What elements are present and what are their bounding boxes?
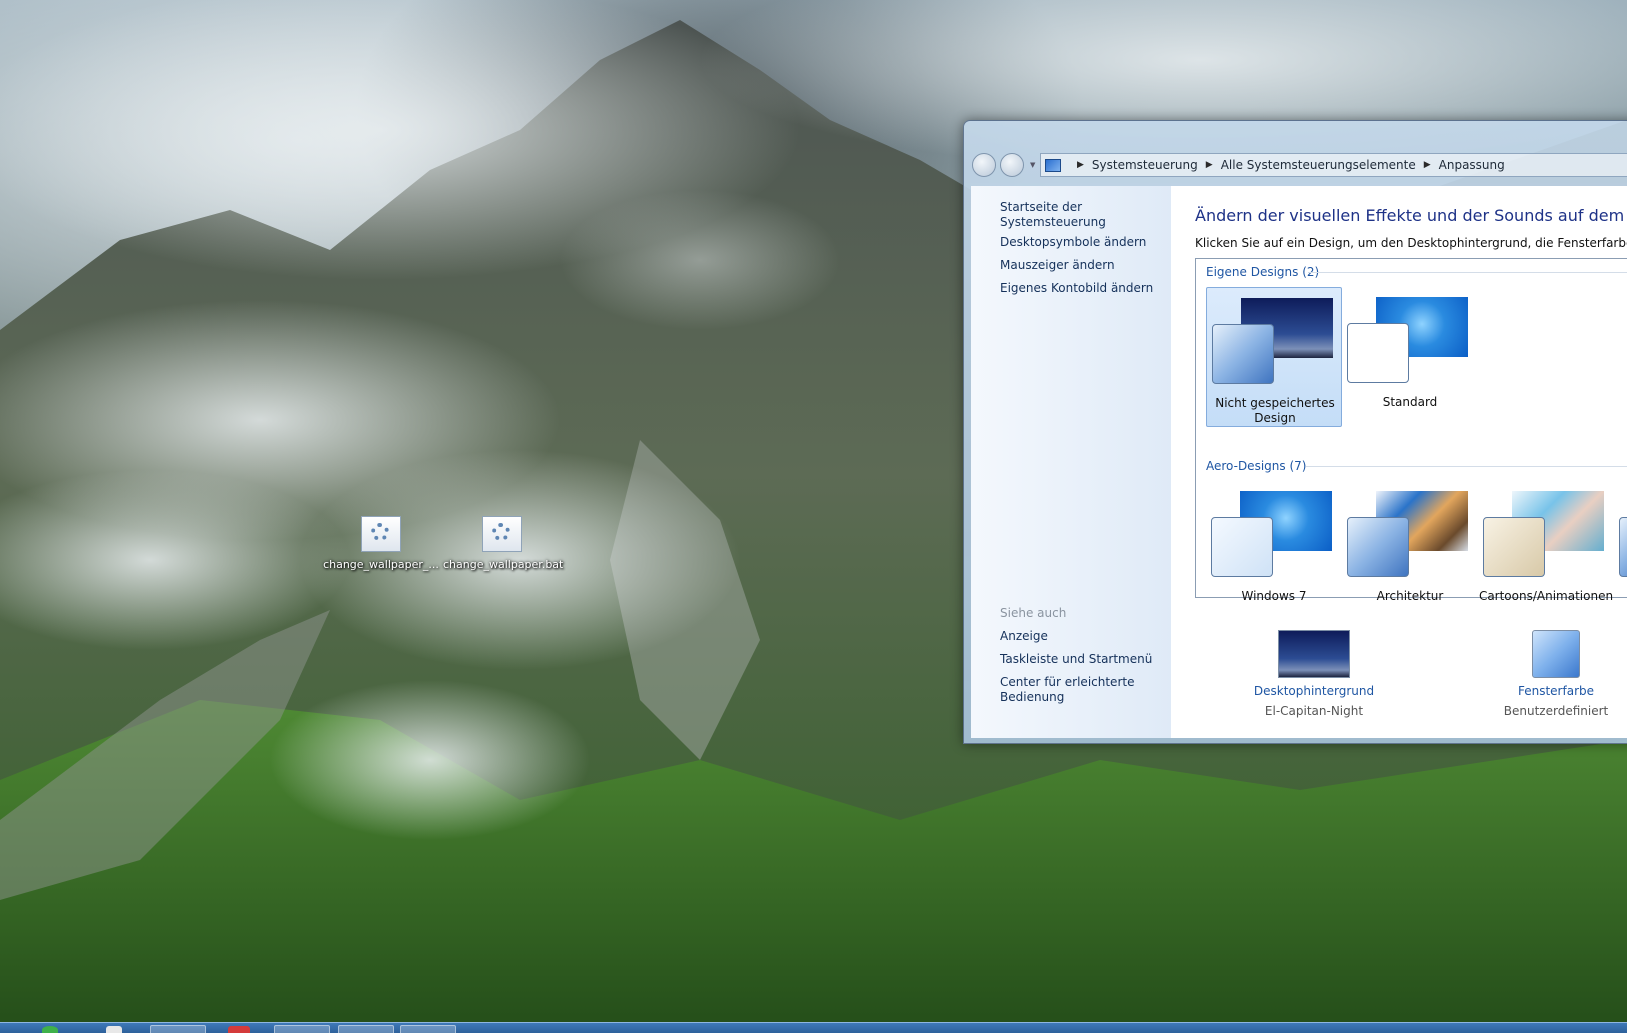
sidebar-link-desktop-icons[interactable]: Desktopsymbole ändern: [1000, 235, 1146, 250]
group-label-aero-themes: Aero-Designs (7): [1206, 459, 1307, 473]
app-red-icon[interactable]: [228, 1026, 250, 1033]
explorer-icon[interactable]: [106, 1026, 122, 1033]
page-title: Ändern der visuellen Effekte und der Sou…: [1195, 206, 1627, 225]
recent-pages-dropdown-icon[interactable]: ▼: [1030, 161, 1035, 169]
taskbar-button-app[interactable]: [338, 1025, 394, 1033]
breadcrumb-arrow-icon[interactable]: ▶: [1077, 160, 1084, 170]
main-panel: Ändern der visuellen Effekte und der Sou…: [1171, 186, 1627, 738]
theme-cartoons[interactable]: Cartoons/Animationen: [1478, 481, 1614, 621]
theme-name: Cartoons/Animationen: [1478, 589, 1614, 603]
theme-name: Nicht gespeichertes Design: [1215, 396, 1335, 425]
forward-button[interactable]: [1000, 153, 1024, 177]
breadcrumb-arrow-icon[interactable]: ▶: [1206, 160, 1213, 170]
theme-architektur[interactable]: Architektur: [1342, 481, 1478, 621]
see-also-label: Siehe auch: [1000, 606, 1067, 620]
start-button-icon[interactable]: [42, 1026, 58, 1033]
batch-file-icon: [361, 516, 401, 552]
window-color-thumbnail: [1532, 630, 1580, 678]
desktop-background-link[interactable]: Desktophintergrund: [1229, 684, 1399, 698]
sidebar-link-mouse-pointer[interactable]: Mauszeiger ändern: [1000, 258, 1115, 273]
taskbar-button-control-panel[interactable]: [400, 1025, 456, 1033]
desktop-background-thumbnail: [1278, 630, 1350, 678]
window-color-link[interactable]: Fensterfarbe: [1471, 684, 1627, 698]
theme-next-partial[interactable]: [1614, 481, 1627, 621]
sidebar-link-control-panel-home[interactable]: Startseite der Systemsteuerung: [1000, 200, 1171, 230]
personalization-window: ▼ ▶ Systemsteuerung ▶ Alle Systemsteueru…: [963, 120, 1627, 744]
desktop-icon-change-wallpaper-2[interactable]: change_wallpaper.bat: [443, 516, 564, 571]
address-bar: ▼ ▶ Systemsteuerung ▶ Alle Systemsteueru…: [972, 149, 1627, 179]
breadcrumb-alle-elemente[interactable]: Alle Systemsteuerungselemente: [1221, 158, 1416, 172]
desktop-background-value: El-Capitan-Night: [1264, 704, 1364, 718]
breadcrumb-anpassung[interactable]: Anpassung: [1439, 158, 1505, 172]
theme-name: Windows 7: [1241, 589, 1307, 603]
desktop-background-setting[interactable]: Desktophintergrund El-Capitan-Night: [1229, 630, 1399, 718]
theme-glass-preview: [1347, 323, 1409, 383]
batch-file-icon: [482, 516, 522, 552]
window-color-setting[interactable]: Fensterfarbe Benutzerdefiniert: [1471, 630, 1627, 718]
group-divider: [1308, 272, 1627, 273]
taskbar: [0, 1022, 1627, 1033]
control-panel-icon: [1045, 158, 1061, 172]
breadcrumb[interactable]: ▶ Systemsteuerung ▶ Alle Systemsteuerung…: [1040, 153, 1627, 177]
desktop: change_wallpaper_... change_wallpaper.ba…: [0, 0, 1627, 1033]
themes-list: Eigene Designs (2) Nicht gespeichertes D…: [1195, 258, 1627, 603]
breadcrumb-arrow-icon[interactable]: ▶: [1424, 160, 1431, 170]
theme-glass-preview: [1211, 517, 1273, 577]
breadcrumb-systemsteuerung[interactable]: Systemsteuerung: [1092, 158, 1198, 172]
page-description: Klicken Sie auf ein Design, um den Deskt…: [1195, 236, 1627, 250]
back-button[interactable]: [972, 153, 996, 177]
theme-glass-preview: [1212, 324, 1274, 384]
group-label-my-themes: Eigene Designs (2): [1206, 265, 1320, 279]
desktop-icon-change-wallpaper-1[interactable]: change_wallpaper_...: [322, 516, 440, 571]
sidebar-link-ease-of-access[interactable]: Center für erleichterte Bedienung: [1000, 675, 1140, 705]
taskbar-button-browser[interactable]: [150, 1025, 206, 1033]
group-divider: [1306, 466, 1627, 467]
theme-standard[interactable]: Standard: [1342, 287, 1478, 427]
sidebar-link-taskbar[interactable]: Taskleiste und Startmenü: [1000, 652, 1152, 667]
theme-glass-preview: [1619, 517, 1627, 577]
sidebar-link-account-picture[interactable]: Eigenes Kontobild ändern: [1000, 281, 1153, 296]
theme-name: Standard: [1382, 395, 1438, 409]
desktop-icon-label: change_wallpaper.bat: [443, 558, 564, 571]
theme-name: Architektur: [1376, 589, 1444, 603]
window-color-value: Benutzerdefiniert: [1503, 704, 1609, 718]
theme-glass-preview: [1483, 517, 1545, 577]
sidebar: Startseite der Systemsteuerung Desktopsy…: [971, 186, 1171, 738]
theme-windows-7[interactable]: Windows 7: [1206, 481, 1342, 621]
window-content: Startseite der Systemsteuerung Desktopsy…: [971, 186, 1627, 738]
sidebar-link-display[interactable]: Anzeige: [1000, 629, 1048, 644]
taskbar-button-clock-app[interactable]: [274, 1025, 330, 1033]
theme-glass-preview: [1347, 517, 1409, 577]
desktop-icon-label: change_wallpaper_...: [323, 558, 439, 571]
theme-unsaved[interactable]: Nicht gespeichertes Design: [1206, 287, 1342, 427]
